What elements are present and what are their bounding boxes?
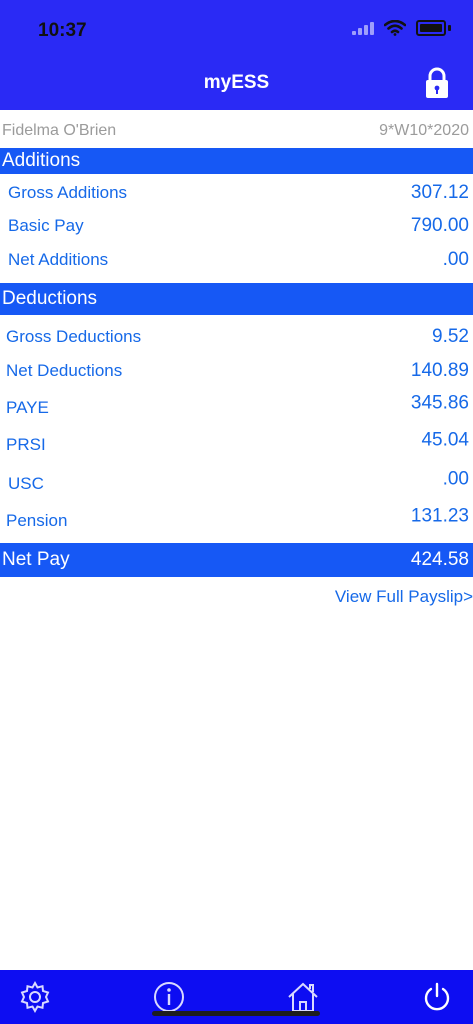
- deductions-header: Deductions: [0, 283, 473, 315]
- row-label: Net Additions: [8, 250, 109, 269]
- deductions-title: Deductions: [2, 288, 98, 309]
- row-value: 140.89: [410, 360, 469, 381]
- home-icon[interactable]: [286, 980, 320, 1014]
- lock-icon[interactable]: [423, 66, 451, 100]
- row-label: PRSI: [6, 435, 46, 454]
- status-icons: [352, 20, 451, 36]
- deductions-row-gross: Gross Deductions 9.52: [0, 322, 473, 352]
- additions-row-gross: Gross Additions 307.12: [0, 178, 473, 208]
- additions-header: Additions: [0, 148, 473, 174]
- row-value: .00: [442, 468, 469, 490]
- net-pay-value: 424.58: [410, 549, 469, 570]
- page-title: myESS: [203, 72, 270, 93]
- row-label: Net Deductions: [6, 361, 123, 380]
- row-value: 307.12: [410, 182, 469, 203]
- cellular-signal-icon: [352, 21, 374, 35]
- status-bar: 10:37: [0, 0, 473, 60]
- row-label: Gross Deductions: [6, 327, 142, 346]
- deductions-row-net: Net Deductions 140.89: [0, 356, 473, 386]
- row-label: PAYE: [6, 398, 49, 417]
- row-label: Basic Pay: [8, 216, 84, 235]
- row-label: USC: [8, 474, 44, 493]
- pay-period: 9*W10*2020: [379, 122, 469, 139]
- row-value: 9.52: [432, 326, 469, 347]
- tab-bar: [0, 970, 473, 1024]
- app-header: 10:37 myESS: [0, 0, 473, 110]
- net-pay-bar: Net Pay 424.58: [0, 543, 473, 577]
- battery-icon: [416, 20, 446, 36]
- home-indicator[interactable]: [152, 1011, 320, 1016]
- row-value: 45.04: [421, 429, 469, 451]
- net-pay-label: Net Pay: [2, 549, 70, 570]
- deductions-row-usc: USC .00: [0, 469, 473, 499]
- info-icon[interactable]: [152, 980, 186, 1014]
- deductions-row-pension: Pension 131.23: [0, 506, 473, 536]
- view-full-payslip-link[interactable]: View Full Payslip>: [335, 587, 473, 607]
- additions-row-net: Net Additions .00: [0, 245, 473, 275]
- row-value: .00: [442, 249, 469, 270]
- status-time: 10:37: [38, 20, 87, 41]
- deductions-row-prsi: PRSI 45.04: [0, 430, 473, 460]
- employee-name: Fidelma O'Brien: [2, 122, 117, 139]
- deductions-row-paye: PAYE 345.86: [0, 393, 473, 423]
- employee-info-row: Fidelma O'Brien 9*W10*2020: [0, 110, 473, 148]
- row-value: 345.86: [410, 392, 469, 414]
- additions-row-basic: Basic Pay 790.00: [0, 211, 473, 241]
- wifi-icon: [384, 20, 406, 36]
- row-label: Gross Additions: [8, 183, 128, 202]
- battery-nub: [448, 25, 451, 31]
- additions-title: Additions: [2, 150, 81, 171]
- row-value: 131.23: [410, 505, 469, 527]
- power-icon[interactable]: [420, 980, 454, 1014]
- row-label: Pension: [6, 511, 68, 530]
- gear-icon[interactable]: [18, 980, 52, 1014]
- row-value: 790.00: [410, 215, 469, 236]
